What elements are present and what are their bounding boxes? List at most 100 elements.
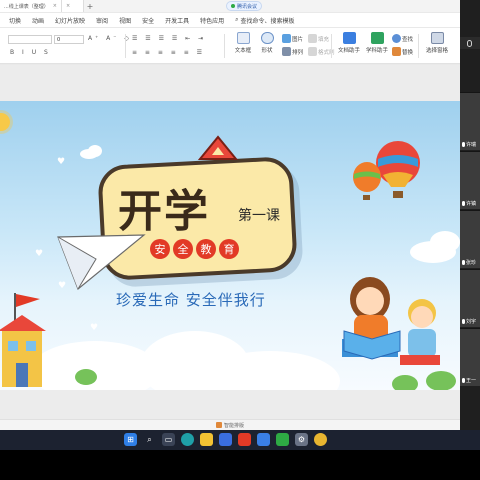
brush-icon: [308, 47, 317, 56]
menu-slideshow[interactable]: 幻灯片放映: [55, 16, 85, 25]
participant-tile[interactable]: 张珍: [460, 210, 480, 268]
find-label: 查找: [402, 36, 414, 43]
settings-icon[interactable]: ⚙: [295, 433, 308, 446]
screen-bezel: [0, 450, 480, 480]
replace-button[interactable]: 替换: [392, 47, 413, 56]
fill-button[interactable]: 填充: [308, 34, 329, 43]
arrange-button[interactable]: 排列: [282, 47, 303, 56]
mic-icon: [462, 378, 465, 383]
participant-name: 刘宇: [466, 319, 477, 325]
participant-tile[interactable]: 许镇: [460, 151, 480, 209]
folder-icon[interactable]: [200, 433, 213, 446]
font-size-select[interactable]: 0: [54, 35, 84, 44]
replace-icon: [392, 47, 401, 56]
slide-slogan: 珍爱生命 安全伴我行: [116, 291, 266, 309]
text-box-icon: [236, 32, 250, 44]
chrome-icon[interactable]: [314, 433, 327, 446]
ribbon-toolbar: 0 A⁺ A⁻ ◇ B I U S ☰ ☰ ☰ ☰ ⇤ ⇥ ≡ ≡ ≡ ≡ ≡ …: [0, 28, 460, 64]
ribbon-divider: [418, 34, 419, 58]
find-icon: [392, 34, 401, 43]
heart-icon: ♥: [35, 249, 44, 259]
ruler-icon: [197, 135, 239, 160]
cloud-decoration: [430, 231, 460, 253]
sun-icon: [0, 113, 10, 131]
badge-char: 安: [150, 239, 170, 259]
microphone-icon[interactable]: [467, 40, 472, 47]
smart-layout-bar[interactable]: 智能排版: [0, 419, 460, 430]
picture-icon: [282, 34, 291, 43]
menu-switch[interactable]: 切换: [9, 16, 21, 25]
hot-air-balloons-icon: [353, 141, 420, 200]
subject-helper-button[interactable]: 学科助手: [362, 32, 392, 60]
participant-tile[interactable]: 王一: [460, 328, 480, 386]
mic-icon: [462, 142, 465, 147]
ribbon-divider: [125, 34, 126, 58]
align-buttons[interactable]: ≡ ≡ ≡ ≡ ≡ ☰: [132, 49, 205, 56]
participant-tile[interactable]: 许瑞: [460, 92, 480, 150]
font-name-select[interactable]: [8, 35, 52, 44]
participant-name-row: 许镇: [462, 200, 480, 207]
doc-helper-label: 文档助手: [337, 48, 360, 54]
find-button[interactable]: 查找: [392, 34, 413, 43]
heart-icon: ♥: [57, 157, 66, 167]
slide-preview[interactable]: ♥ ♥ ♥ ♥ 开学 第一课 安 全 教 育 珍爱生命 安全伴我行: [0, 101, 460, 390]
menu-developer[interactable]: 开发工具: [165, 16, 189, 25]
search-icon[interactable]: ⌕: [143, 433, 156, 446]
close-tab-icon[interactable]: ×: [53, 3, 57, 9]
smart-layout-label: 智能排版: [223, 422, 244, 429]
menu-security[interactable]: 安全: [142, 16, 154, 25]
participant-name-row: 王一: [462, 377, 480, 384]
meeting-indicator[interactable]: 腾讯会议: [226, 1, 263, 11]
fill-label: 填充: [318, 36, 330, 43]
picture-button[interactable]: 图片: [282, 34, 303, 43]
children-reading-illustration: [342, 277, 440, 365]
menu-view[interactable]: 视图: [119, 16, 131, 25]
doc-helper-icon: [342, 32, 356, 44]
menu-special[interactable]: 特色应用: [200, 16, 224, 25]
safety-education-badge: 安 全 教 育: [150, 239, 239, 259]
new-tab-button[interactable]: +: [84, 2, 96, 11]
windows-icon[interactable]: ⊞: [124, 433, 137, 446]
participant-name: 张珍: [466, 260, 477, 266]
picture-label: 图片: [292, 36, 304, 43]
text-style-buttons[interactable]: B I U S: [10, 49, 51, 56]
participant-name: 许瑞: [466, 142, 477, 148]
document-tab[interactable]: ...线上课表（整理） ×: [0, 0, 62, 12]
task-view-icon[interactable]: ▭: [162, 433, 175, 446]
fill-icon: [308, 34, 317, 43]
second-tab[interactable]: ×: [61, 0, 84, 12]
menu-review[interactable]: 审阅: [96, 16, 108, 25]
heart-icon: ♥: [90, 323, 99, 333]
doc-helper-button[interactable]: 文档助手: [334, 32, 364, 60]
subject-helper-label: 学科助手: [365, 48, 388, 54]
shape-icon: [260, 32, 274, 44]
participant-tile[interactable]: 刘宇: [460, 269, 480, 327]
command-search-label: 查找命令、搜索模板: [240, 17, 295, 25]
participant-name: 许镇: [466, 201, 477, 207]
meeting-label: 腾讯会议: [237, 3, 258, 10]
ribbon-divider: [224, 34, 225, 58]
edge-icon[interactable]: [181, 433, 194, 446]
smart-layout-icon: [215, 422, 222, 428]
subject-helper-icon: [370, 32, 384, 44]
selection-pane-icon: [430, 32, 444, 44]
store-icon[interactable]: [219, 433, 232, 446]
command-search[interactable]: ⌕ 查找命令、搜索模板: [235, 16, 294, 25]
wechat-icon[interactable]: [276, 433, 289, 446]
menu-bar: 切换 动画 幻灯片放映 审阅 视图 安全 开发工具 特色应用 ⌕ 查找命令、搜索…: [0, 13, 460, 27]
shape-button[interactable]: 形状: [252, 32, 282, 60]
paragraph-buttons[interactable]: ☰ ☰ ☰ ☰ ⇤ ⇥: [132, 35, 206, 42]
replace-label: 替换: [402, 49, 414, 56]
mic-icon: [462, 319, 465, 324]
close-tab-icon[interactable]: ×: [66, 3, 70, 9]
selection-pane-button[interactable]: 选择窗格: [422, 32, 452, 60]
search-icon: ⌕: [235, 16, 239, 23]
tencent-meeting-icon[interactable]: [257, 433, 270, 446]
selection-pane-label: 选择窗格: [425, 48, 448, 54]
menu-animation[interactable]: 动画: [32, 16, 44, 25]
recording-dot-icon: [231, 4, 235, 8]
arrange-label: 排列: [292, 49, 304, 56]
slide-title: 开学: [118, 186, 210, 237]
arrange-icon: [282, 47, 291, 56]
wps-icon[interactable]: [238, 433, 251, 446]
